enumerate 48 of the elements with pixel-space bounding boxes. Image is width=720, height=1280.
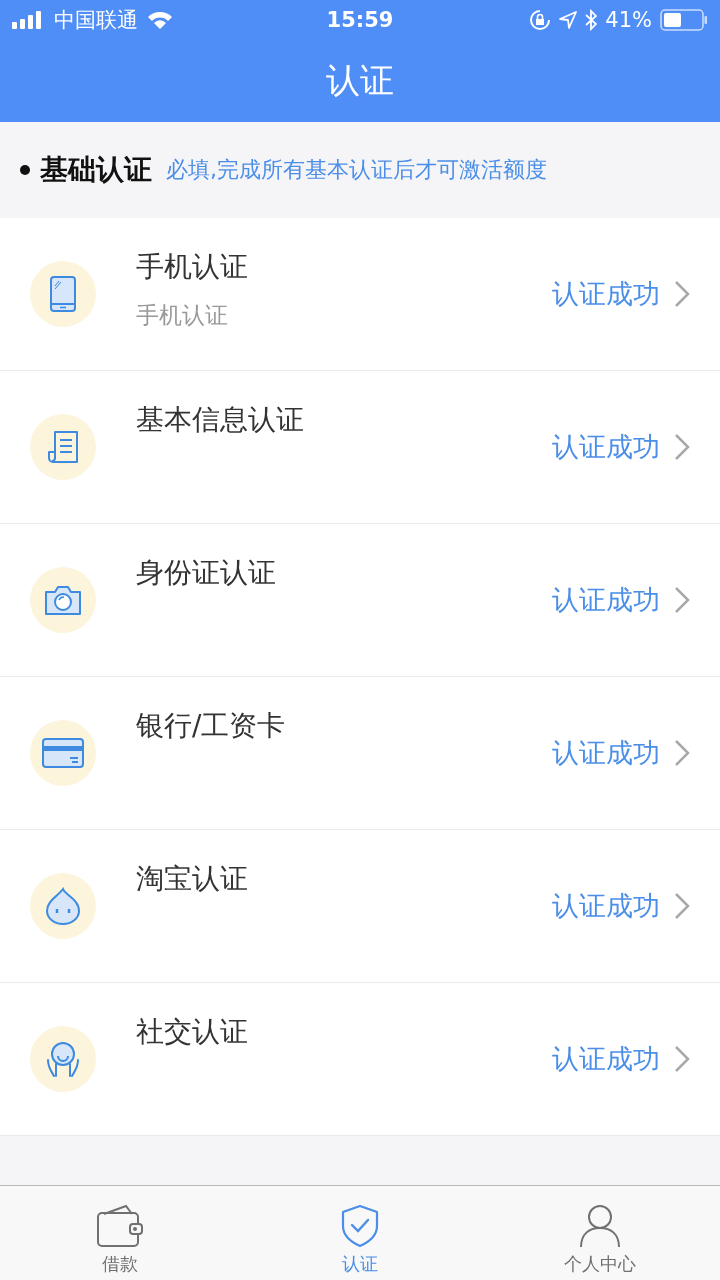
chevron-right-icon [674, 433, 690, 461]
document-icon [47, 430, 79, 464]
wallet-icon [96, 1202, 144, 1248]
item-title: 身份证认证 [136, 555, 277, 591]
person-icon [579, 1204, 621, 1248]
smiling-figure-icon [44, 1040, 82, 1078]
verification-row[interactable]: 淘宝认证 认证成功 [0, 830, 720, 983]
wifi-icon [146, 10, 174, 30]
tab[interactable]: 借款 [0, 1186, 240, 1280]
section-note: 必填,完成所有基本认证后才可激活额度 [166, 156, 547, 184]
rotation-lock-icon [529, 9, 552, 31]
status-label: 认证成功 [552, 1042, 660, 1076]
item-title: 社交认证 [136, 1014, 249, 1050]
status-label: 认证成功 [552, 583, 660, 617]
chevron-right-icon [674, 1045, 690, 1073]
clock-time: 15:59 [326, 8, 394, 32]
item-title: 银行/工资卡 [136, 708, 287, 744]
section-title: 基础认证 [40, 152, 152, 188]
location-icon [559, 11, 578, 29]
status-label: 认证成功 [552, 277, 660, 311]
battery-icon [660, 9, 708, 31]
verification-row[interactable]: 银行/工资卡 认证成功 [0, 677, 720, 830]
item-title: 手机认证 [136, 249, 249, 285]
carrier-name: 中国联通 [54, 7, 138, 34]
chevron-right-icon [674, 892, 690, 920]
chevron-right-icon [674, 586, 690, 614]
mascot-face-icon [45, 887, 81, 925]
chevron-right-icon [674, 280, 690, 308]
status-label: 认证成功 [552, 889, 660, 923]
bank-card-icon [42, 738, 84, 768]
bullet-icon [20, 165, 30, 175]
status-label: 认证成功 [552, 430, 660, 464]
page-title: 认证 [326, 59, 394, 102]
verification-row[interactable]: 手机认证 手机认证 认证成功 [0, 218, 720, 371]
shield-check-icon [341, 1204, 379, 1248]
item-title: 基本信息认证 [136, 402, 305, 438]
verification-row[interactable]: 身份证认证 认证成功 [0, 524, 720, 677]
camera-icon [44, 584, 82, 616]
chevron-right-icon [674, 739, 690, 767]
tab[interactable]: 个人中心 [480, 1186, 720, 1280]
battery-percent: 41% [605, 8, 652, 32]
verification-row[interactable]: 社交认证 认证成功 [0, 983, 720, 1136]
status-label: 认证成功 [552, 736, 660, 770]
tablet-icon [49, 276, 77, 312]
item-subtitle: 手机认证 [136, 301, 229, 330]
item-title: 淘宝认证 [136, 861, 249, 897]
verification-row[interactable]: 基本信息认证 认证成功 [0, 371, 720, 524]
bluetooth-icon [585, 9, 598, 31]
